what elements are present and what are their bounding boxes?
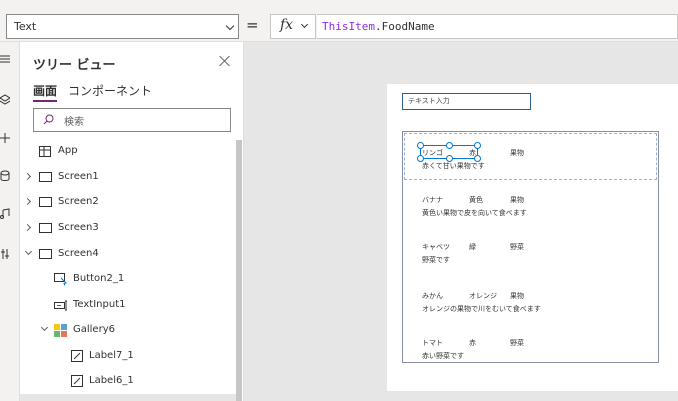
formula-bar: Text = fx ThisItem.FoodName <box>0 0 678 42</box>
formula-object: ThisItem <box>322 20 375 33</box>
chevron-down-icon <box>300 20 309 29</box>
tab-screens[interactable]: 画面 <box>33 82 57 99</box>
horizontal-scrollbar[interactable] <box>20 394 236 401</box>
screen-canvas[interactable]: テキスト入力 リンゴ 赤 果物 赤くて甘い果物です バナナ 黄色 果物 黄色い果… <box>387 84 678 391</box>
formula-member: .FoodName <box>374 20 435 33</box>
equals-sign: = <box>246 16 259 34</box>
tree-view-panel: ツリー ビュー 画面 コンポーネント 検索 App Screen1 Screen… <box>20 42 244 401</box>
resize-handle[interactable] <box>417 142 424 149</box>
food-color-label[interactable]: 赤 <box>469 338 476 348</box>
tree-node-label: Label7_1 <box>89 350 134 361</box>
chevron-down-icon[interactable] <box>24 247 33 256</box>
screen-icon <box>39 223 52 233</box>
label-control-icon <box>71 375 83 387</box>
tree-node-label: Button2_1 <box>73 273 125 284</box>
text-input-control-icon <box>54 300 67 311</box>
fx-button[interactable]: fx <box>270 14 316 39</box>
tree-node-screen2[interactable]: Screen2 <box>20 191 236 215</box>
food-name-label[interactable]: キャベツ <box>422 242 450 252</box>
resize-handle[interactable] <box>474 142 481 149</box>
gallery-item[interactable]: キャベツ 緑 野菜 野菜です <box>403 226 658 274</box>
app-icon <box>39 146 51 157</box>
resize-handle[interactable] <box>474 155 481 162</box>
vertical-scrollbar[interactable] <box>236 140 242 401</box>
panel-title: ツリー ビュー <box>33 58 116 73</box>
active-tab-indicator <box>33 100 57 102</box>
plus-icon[interactable] <box>0 132 10 144</box>
formula-input[interactable]: ThisItem.FoodName <box>317 14 678 39</box>
food-color-label[interactable]: オレンジ <box>469 291 497 301</box>
hamburger-menu-icon[interactable] <box>0 54 10 66</box>
tree-node-label: Screen4 <box>58 248 99 259</box>
food-category-label[interactable]: 果物 <box>510 291 524 301</box>
fx-icon: fx <box>280 17 294 33</box>
media-icon[interactable] <box>0 208 10 220</box>
layers-icon[interactable] <box>0 94 11 106</box>
screen-icon <box>39 197 52 207</box>
text-input-control[interactable]: テキスト入力 <box>402 93 531 110</box>
food-category-label[interactable]: 果物 <box>510 148 524 158</box>
resize-handle[interactable] <box>446 142 453 149</box>
gallery-control[interactable]: リンゴ 赤 果物 赤くて甘い果物です バナナ 黄色 果物 黄色い果物で皮を向いて… <box>402 131 659 363</box>
screen-icon <box>39 249 52 259</box>
tree-node-label: Screen1 <box>58 171 99 182</box>
database-icon[interactable] <box>0 170 10 182</box>
tree-node-app[interactable]: App <box>20 140 236 164</box>
tree-node-button2-1[interactable]: Button2_1 <box>20 268 236 292</box>
food-category-label[interactable]: 果物 <box>510 195 524 205</box>
chevron-down-icon <box>225 21 235 31</box>
label-control-icon <box>71 350 83 362</box>
tree-node-textinput1[interactable]: TextInput1 <box>20 294 236 318</box>
tools-icon[interactable] <box>0 248 10 260</box>
food-description-label[interactable]: 黄色い果物で皮を向いて食べます <box>422 208 527 218</box>
tree-node-label7-1[interactable]: Label7_1 <box>20 345 236 369</box>
food-category-label[interactable]: 野菜 <box>510 338 524 348</box>
canvas-area: テキスト入力 リンゴ 赤 果物 赤くて甘い果物です バナナ 黄色 果物 黄色い果… <box>244 42 678 401</box>
chevron-right-icon[interactable] <box>23 172 32 181</box>
scrollbar-thumb[interactable] <box>236 140 242 401</box>
button-control-icon <box>54 273 67 286</box>
gallery-item[interactable]: バナナ 黄色 果物 黄色い果物で皮を向いて食べます <box>403 179 658 227</box>
gallery-item[interactable]: リンゴ 赤 果物 赤くて甘い果物です <box>403 132 658 180</box>
food-category-label[interactable]: 野菜 <box>510 242 524 252</box>
food-color-label[interactable]: 緑 <box>469 242 476 252</box>
food-description-label[interactable]: 野菜です <box>422 255 450 265</box>
food-name-label[interactable]: トマト <box>422 338 443 348</box>
search-placeholder: 検索 <box>64 117 84 128</box>
property-value: Text <box>14 20 37 33</box>
tree-node-label: Label6_1 <box>89 375 134 386</box>
tree-node-label: App <box>58 145 78 156</box>
tree-node-label: TextInput1 <box>73 299 126 310</box>
food-description-label[interactable]: 赤い野菜です <box>422 351 464 361</box>
gallery-item[interactable]: みかん オレンジ 果物 オレンジの果物で川をむいて食べます <box>403 275 658 323</box>
food-description-label[interactable]: 赤くて甘い果物です <box>422 161 485 171</box>
search-icon <box>43 114 54 125</box>
chevron-down-icon[interactable] <box>40 323 49 332</box>
chevron-right-icon[interactable] <box>23 223 32 232</box>
selection-box[interactable] <box>417 142 481 162</box>
tree-node-label: Screen2 <box>58 196 99 207</box>
resize-handle[interactable] <box>446 155 453 162</box>
chevron-right-icon[interactable] <box>23 197 32 206</box>
tree-node-gallery6[interactable]: Gallery6 <box>20 319 236 343</box>
gallery-item[interactable]: トマト 赤 野菜 赤い野菜です <box>403 322 658 362</box>
food-name-label[interactable]: バナナ <box>422 195 443 205</box>
resize-handle[interactable] <box>417 155 424 162</box>
tree-node-screen3[interactable]: Screen3 <box>20 217 236 241</box>
food-description-label[interactable]: オレンジの果物で川をむいて食べます <box>422 304 541 314</box>
tree-node-label6-1[interactable]: Label6_1 <box>20 370 236 394</box>
tree-node-screen4[interactable]: Screen4 <box>20 243 236 267</box>
food-color-label[interactable]: 黄色 <box>469 195 483 205</box>
property-dropdown[interactable]: Text <box>6 14 239 39</box>
tree-node-screen1[interactable]: Screen1 <box>20 166 236 190</box>
screen-icon <box>39 172 52 182</box>
tree-node-label: Screen3 <box>58 222 99 233</box>
search-input[interactable]: 検索 <box>33 108 231 132</box>
close-icon[interactable] <box>218 54 232 68</box>
tab-components[interactable]: コンポーネント <box>68 82 152 99</box>
gallery-control-icon <box>54 324 67 337</box>
food-name-label[interactable]: みかん <box>422 291 443 301</box>
left-rail <box>0 42 20 401</box>
tree-node-label: Gallery6 <box>73 324 115 335</box>
